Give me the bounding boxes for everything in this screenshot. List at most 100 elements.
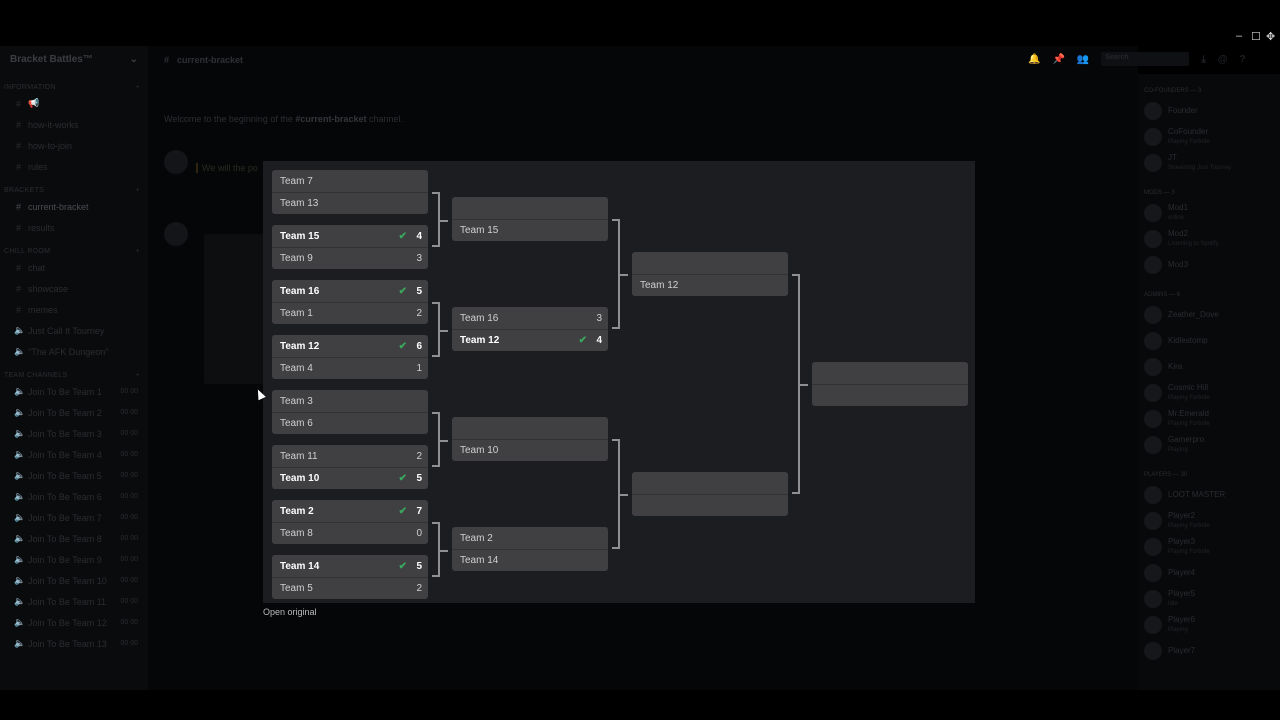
- team-name: Team 8: [280, 528, 313, 539]
- match-card[interactable]: Team 16 3 Team 12 ✔ 4: [452, 307, 608, 351]
- bracket-connector: [432, 192, 440, 247]
- match-card[interactable]: Team 10: [452, 417, 608, 461]
- match-card[interactable]: Team 14 ✔ 5 Team 5 2: [272, 555, 428, 599]
- team-slot[interactable]: Team 16 ✔ 5: [272, 280, 428, 302]
- team-name: Team 1: [280, 308, 313, 319]
- team-slot[interactable]: Team 12: [272, 302, 428, 324]
- bracket-connector: [432, 412, 440, 467]
- team-name: Team 4: [280, 363, 313, 374]
- team-name: Team 2: [460, 532, 493, 544]
- bracket-connector-stub: [440, 439, 448, 442]
- team-slot[interactable]: Team 12 ✔ 6: [272, 335, 428, 357]
- team-score: 3: [416, 253, 422, 264]
- team-slot[interactable]: Team 14: [452, 549, 608, 571]
- team-name: Team 10: [280, 473, 320, 484]
- team-name: Team 13: [280, 198, 319, 209]
- team-name: Team 6: [280, 418, 313, 429]
- team-name: Team 12: [460, 335, 500, 346]
- bracket-connector: [432, 522, 440, 577]
- bracket-connector: [432, 302, 440, 357]
- team-slot[interactable]: [632, 494, 788, 516]
- team-slot[interactable]: Team 8 0: [272, 522, 428, 544]
- team-slot[interactable]: [632, 472, 788, 494]
- match-card[interactable]: Team 15 ✔ 4 Team 9 3: [272, 225, 428, 269]
- match-card[interactable]: Team 16 ✔ 5 Team 1 2: [272, 280, 428, 324]
- team-slot[interactable]: Team 7: [272, 170, 428, 192]
- team-score: 2: [416, 583, 422, 594]
- team-slot[interactable]: Team 6: [272, 412, 428, 434]
- team-slot[interactable]: Team 4 1: [272, 357, 428, 379]
- image-viewer-overlay[interactable]: Team 7 Team 13 Team 15 ✔ 4 Team 9 3 Team 16 ✔ 5 Te…: [0, 0, 1280, 720]
- check-icon: ✔: [578, 335, 587, 346]
- match-card[interactable]: Team 2 ✔ 7 Team 8 0: [272, 500, 428, 544]
- team-score: 4: [596, 335, 602, 346]
- team-slot[interactable]: Team 10 ✔ 5: [272, 467, 428, 489]
- match-card[interactable]: Team 12: [632, 252, 788, 296]
- match-card[interactable]: Team 12 ✔ 6 Team 4 1: [272, 335, 428, 379]
- team-slot[interactable]: Team 16 3: [452, 307, 608, 329]
- bracket-connector-stub: [800, 384, 808, 386]
- team-slot[interactable]: [452, 417, 608, 439]
- discord-app: – ☐ ✥ Bracket Battles™ ⌄ Information + # 📢 #…: [0, 0, 1280, 720]
- team-name: Team 12: [280, 340, 320, 352]
- team-name: Team 3: [280, 395, 313, 407]
- team-slot[interactable]: Team 10: [452, 439, 608, 461]
- team-slot[interactable]: [812, 362, 968, 384]
- bracket-connector-stub: [620, 274, 628, 276]
- team-name: Team 15: [460, 225, 499, 236]
- match-card[interactable]: [632, 472, 788, 516]
- team-slot[interactable]: Team 14 ✔ 5: [272, 555, 428, 577]
- bracket-connector: [612, 439, 620, 549]
- check-icon: ✔: [398, 285, 407, 297]
- team-slot[interactable]: Team 5 2: [272, 577, 428, 599]
- team-slot[interactable]: [452, 197, 608, 219]
- team-name: Team 10: [460, 445, 499, 456]
- team-slot[interactable]: Team 2: [452, 527, 608, 549]
- team-slot[interactable]: Team 13: [272, 192, 428, 214]
- match-card[interactable]: Team 3 Team 6: [272, 390, 428, 434]
- team-score: 5: [416, 473, 422, 484]
- team-slot[interactable]: Team 15: [452, 219, 608, 241]
- team-name: Team 12: [640, 280, 679, 291]
- team-slot[interactable]: Team 2 ✔ 7: [272, 500, 428, 522]
- bracket-image: Team 7 Team 13 Team 15 ✔ 4 Team 9 3 Team 16 ✔ 5 Te…: [263, 161, 975, 603]
- team-score: 7: [416, 505, 422, 517]
- match-card[interactable]: Team 7 Team 13: [272, 170, 428, 214]
- team-name: Team 5: [280, 583, 313, 594]
- team-name: Team 2: [280, 505, 314, 517]
- team-score: 5: [416, 285, 422, 297]
- bracket-connector-stub: [440, 549, 448, 552]
- bracket-connector-stub: [440, 329, 448, 332]
- team-name: Team 14: [280, 560, 320, 572]
- bracket-connector-stub: [440, 219, 448, 222]
- open-original-link[interactable]: Open original: [263, 607, 317, 617]
- team-slot[interactable]: Team 12 ✔ 4: [452, 329, 608, 351]
- bracket-connector: [792, 274, 800, 494]
- team-name: Team 15: [280, 230, 320, 242]
- match-card[interactable]: Team 11 2 Team 10 ✔ 5: [272, 445, 428, 489]
- team-score: 1: [416, 363, 422, 374]
- team-slot[interactable]: [632, 252, 788, 274]
- team-score: 6: [416, 340, 422, 352]
- match-card[interactable]: [812, 362, 968, 406]
- team-name: Team 9: [280, 253, 313, 264]
- team-slot[interactable]: Team 12: [632, 274, 788, 296]
- team-score: 4: [416, 230, 422, 242]
- team-slot[interactable]: Team 3: [272, 390, 428, 412]
- team-slot[interactable]: Team 9 3: [272, 247, 428, 269]
- check-icon: ✔: [398, 230, 407, 242]
- team-score: 3: [596, 312, 602, 324]
- match-card[interactable]: Team 2 Team 14: [452, 527, 608, 571]
- match-card[interactable]: Team 15: [452, 197, 608, 241]
- team-name: Team 16: [280, 285, 320, 297]
- check-icon: ✔: [398, 505, 407, 517]
- team-name: Team 16: [460, 312, 499, 324]
- team-slot[interactable]: [812, 384, 968, 406]
- team-name: Team 14: [460, 555, 499, 566]
- team-score: 0: [416, 528, 422, 539]
- team-slot[interactable]: Team 11 2: [272, 445, 428, 467]
- team-slot[interactable]: Team 15 ✔ 4: [272, 225, 428, 247]
- bracket-connector-stub: [620, 494, 628, 496]
- team-name: Team 11: [280, 450, 318, 462]
- team-score: 2: [416, 450, 422, 462]
